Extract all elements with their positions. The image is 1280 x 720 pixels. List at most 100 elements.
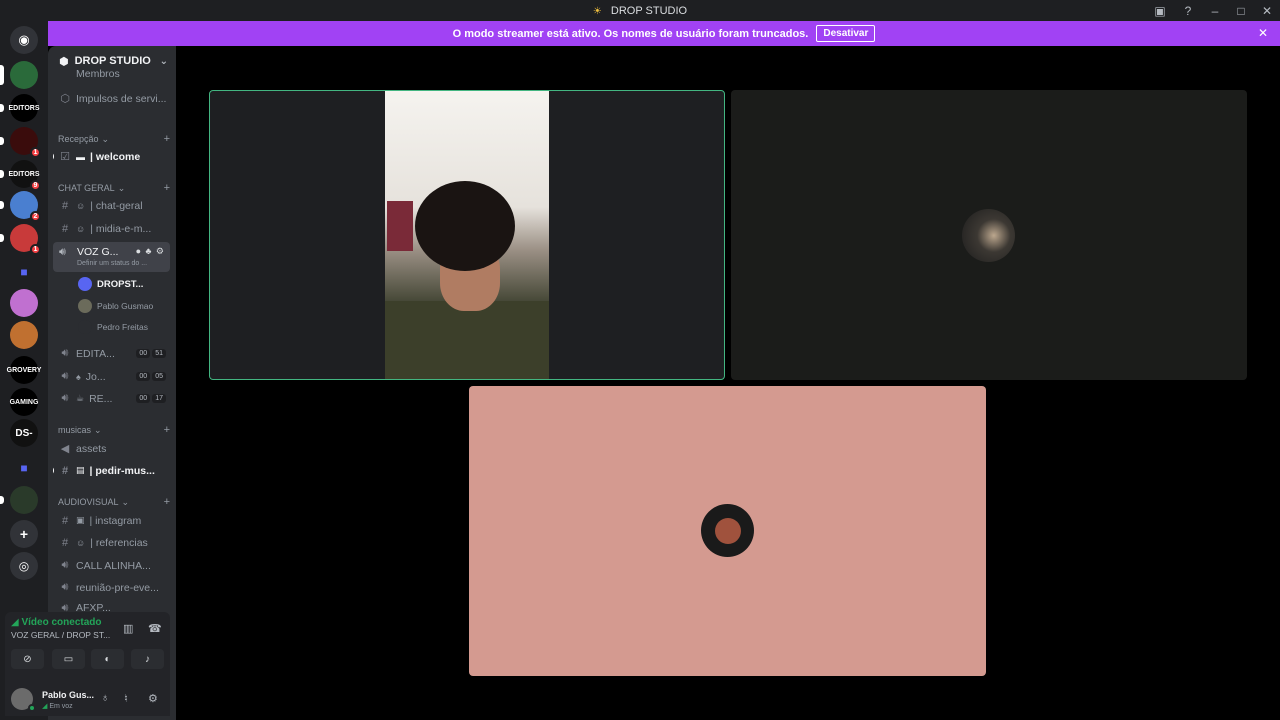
channel-assets[interactable]: ◀ assets [53, 438, 170, 459]
voice-channel-tools[interactable]: ● ♣ ⚙ [136, 246, 165, 257]
headphones-icon[interactable]: ♮ [124, 692, 128, 705]
channel-partial[interactable]: 🔊︎ AFXP... [53, 602, 170, 612]
video-tile-participant[interactable] [469, 386, 986, 676]
online-status-icon [28, 704, 36, 712]
server-icon[interactable] [0, 61, 38, 89]
speaker-icon: 🔊︎ [61, 347, 69, 359]
server-icon[interactable] [10, 289, 38, 317]
hashtag-icon: # [61, 222, 69, 235]
hashtag-icon: # [61, 514, 69, 527]
soundboard-button[interactable]: ♪ [131, 649, 164, 669]
activity-button[interactable]: ◐ [91, 649, 124, 669]
channel-instagram[interactable]: # ▣ | instagram [53, 510, 170, 531]
emoji-icon: ☺ [76, 537, 86, 548]
voice-status[interactable]: ◢ Vídeo conectado [11, 617, 102, 628]
channel-pedir-musica[interactable]: # ▤ | pedir-mus... [53, 460, 170, 481]
megaphone-icon: ◀ [60, 443, 70, 455]
server-badge-icon: ⬢ [59, 55, 69, 68]
microphone-icon[interactable]: ♁ [101, 692, 109, 704]
close-window-button[interactable]: ✕ [1254, 0, 1280, 21]
category-musicas[interactable]: musicas ⌄ + [58, 424, 170, 436]
voice-user[interactable]: Pedro Freitas [78, 318, 148, 336]
maximize-button[interactable]: □ [1228, 0, 1254, 21]
add-channel-icon[interactable]: + [164, 424, 170, 436]
camera-emoji-icon: ▣ [76, 515, 85, 525]
minimize-button[interactable]: – [1202, 0, 1228, 21]
user-panel: Pablo Gus... ◢ Em voz ♁ ♮ ⚙ [5, 682, 170, 716]
noise-suppression-icon[interactable]: ▥ [123, 622, 133, 635]
channel-referencias[interactable]: # ☺ | referencias [53, 532, 170, 553]
channel-editar[interactable]: 🔊︎ EDITA... 00 51 [53, 343, 170, 364]
server-icon[interactable]: GROVERY [7, 356, 41, 384]
server-icon[interactable]: EDITORS [0, 94, 40, 122]
voice-user[interactable]: DROPST...■ [78, 275, 176, 293]
hashtag-icon: # [61, 464, 69, 477]
channel-reuniao[interactable]: 🔊︎ reunião-pre-eve... [53, 577, 170, 598]
server-icon[interactable]: 2 [0, 191, 41, 222]
screen-share-button[interactable]: ▭ [52, 649, 85, 669]
rules-icon: ☑ [60, 151, 70, 163]
video-tile-participant[interactable] [731, 90, 1247, 380]
discord-home-icon[interactable]: ◉ [10, 26, 38, 54]
add-channel-icon[interactable]: + [164, 133, 170, 145]
speaker-icon: 🔊︎ [61, 392, 69, 404]
add-channel-icon[interactable]: + [164, 182, 170, 194]
signal-icon: ◢ [11, 617, 19, 628]
server-icon[interactable]: 1 [0, 127, 41, 158]
channel-voz-geral[interactable]: 🔊︎ VOZ G... ● ♣ ⚙ Definir um status do .… [53, 242, 170, 272]
speaker-icon: 🔊︎ [59, 246, 66, 258]
folder-icon[interactable]: ■ [10, 454, 38, 482]
emoji-icon: ☺ [76, 223, 86, 234]
participant-avatar [701, 504, 754, 557]
channel-members[interactable]: Membros [53, 68, 170, 80]
category-recepcao[interactable]: Recepção ⌄ + [58, 133, 170, 145]
channel-re[interactable]: 🔊︎ ☕ RE... 00 17 [53, 388, 170, 409]
beer-icon: ☕ [76, 393, 85, 403]
speaker-icon: 🔊︎ [61, 559, 69, 571]
camera-off-button[interactable]: ⊘ [11, 649, 44, 669]
disconnect-icon[interactable]: ☎ [148, 622, 162, 635]
inbox-icon[interactable]: ▣ [1146, 0, 1174, 21]
gamepad-icon: ♠ [76, 371, 81, 382]
channel-boosts[interactable]: ⬡ Impulsos de servi... [53, 88, 170, 109]
user-status: ◢ Em voz [42, 703, 73, 710]
user-name[interactable]: Pablo Gus... [42, 690, 94, 700]
category-chat-geral[interactable]: CHAT GERAL ⌄ + [58, 182, 170, 194]
server-icon[interactable]: DS- [10, 419, 38, 447]
server-icon[interactable]: GAMING [10, 388, 38, 416]
title-bar: ☀ DROP STUDIO ▣ ? – □ ✕ [0, 0, 1280, 21]
avatar [78, 299, 92, 313]
channel-welcome[interactable]: ☑ ▬ | welcome [53, 146, 170, 167]
add-channel-icon[interactable]: + [164, 496, 170, 508]
category-audiovisual[interactable]: AUDIOVISUAL ⌄ + [58, 496, 170, 508]
server-icon[interactable]: EDITORS 9 [0, 160, 41, 191]
add-server-icon[interactable]: + [10, 520, 38, 548]
folder-icon[interactable]: ■ [10, 258, 38, 286]
video-tile-speaking[interactable] [209, 90, 725, 380]
voice-user[interactable]: Pablo Gusmao [78, 297, 153, 315]
explore-icon[interactable]: ◎ [10, 552, 38, 580]
voice-channel-name[interactable]: VOZ GERAL / DROP ST... [11, 630, 110, 640]
server-logo-icon: ☀ [592, 5, 602, 17]
close-banner-icon[interactable]: ✕ [1258, 26, 1268, 40]
channel-midia[interactable]: # ☺ | midia-e-m... [53, 218, 170, 239]
avatar [78, 320, 92, 334]
voice-connection-card: ◢ Vídeo conectado VOZ GERAL / DROP ST...… [5, 612, 170, 682]
server-icon[interactable] [0, 486, 38, 514]
channel-call-alinha[interactable]: 🔊︎ CALL ALINHA... [53, 555, 170, 576]
server-icon[interactable] [10, 321, 38, 349]
server-icon[interactable]: 1 [0, 224, 41, 255]
settings-gear-icon[interactable]: ⚙ [148, 692, 158, 705]
channel-jo[interactable]: 🔊︎ ♠ Jo... 00 05 [53, 366, 170, 387]
speaker-icon: 🔊︎ [61, 370, 69, 382]
radio-icon: ▤ [76, 465, 85, 475]
channel-chat-geral[interactable]: # ☺ | chat-geral [53, 195, 170, 216]
disable-streamer-button[interactable]: Desativar [816, 25, 876, 42]
speaker-icon: 🔊︎ [61, 581, 69, 593]
avatar [78, 277, 92, 291]
participant-avatar [962, 209, 1015, 262]
help-icon[interactable]: ? [1174, 0, 1202, 21]
streamer-mode-banner: O modo streamer está ativo. Os nomes de … [48, 21, 1280, 46]
boost-icon: ⬡ [60, 93, 70, 105]
hashtag-icon: # [61, 536, 69, 549]
